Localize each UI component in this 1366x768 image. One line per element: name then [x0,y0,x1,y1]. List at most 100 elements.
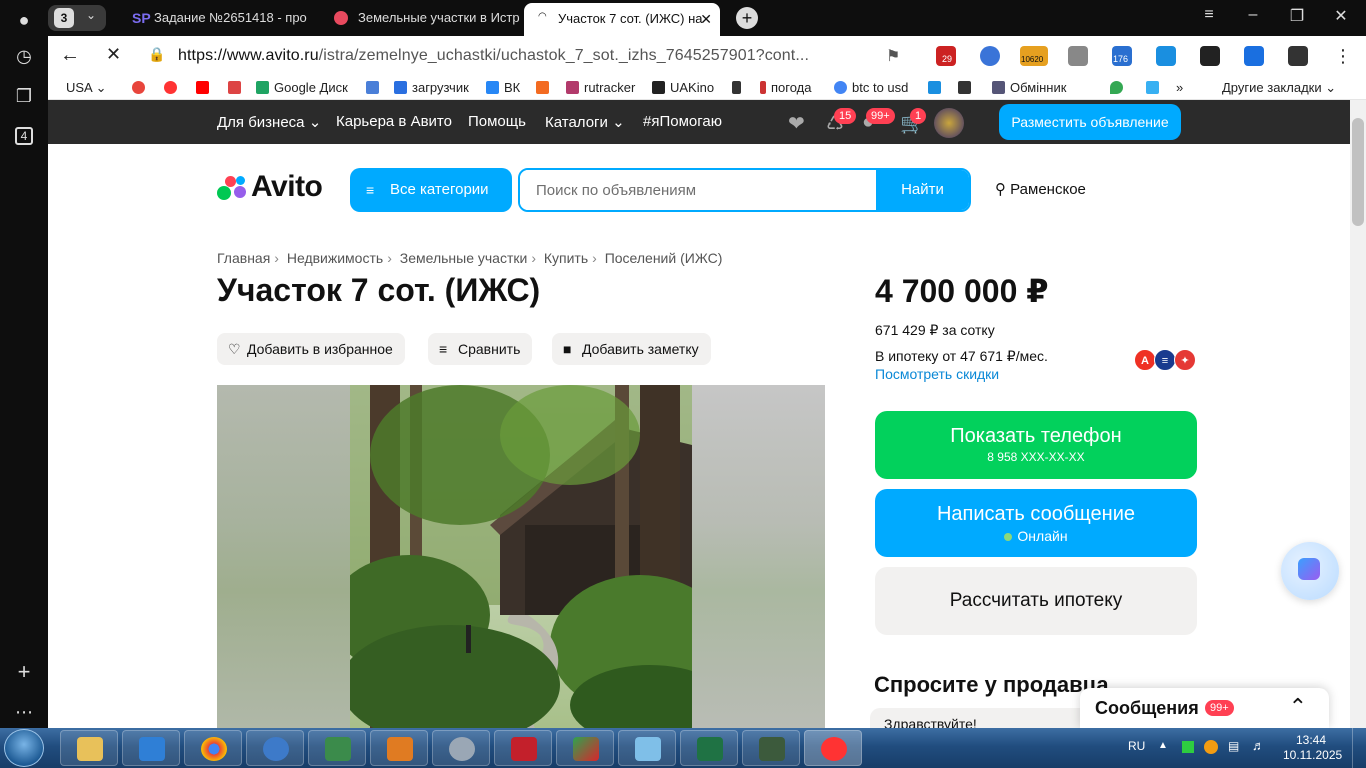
taskbar-excel[interactable] [680,730,738,766]
new-tab-button[interactable]: + [736,7,758,29]
extension-icon[interactable]: 176 [1112,46,1132,66]
bookmark-translate-icon[interactable] [366,80,384,95]
add-note-button[interactable]: ■ Добавить заметку [552,333,711,365]
bookmark-pogoda[interactable]: погода [760,80,812,95]
bookmark-bc-icon[interactable] [958,80,976,95]
scrollbar-thumb[interactable] [1352,118,1364,226]
profile-icon[interactable]: ● [12,8,36,32]
avatar[interactable] [934,108,964,138]
extension-icon[interactable] [980,46,1000,66]
bookmark-uakino[interactable]: UAKino [652,80,714,95]
add-to-favorites-button[interactable]: ♡ Добавить в избранное [217,333,405,365]
start-button[interactable] [4,729,44,767]
nav-business[interactable]: Для бизнеса ⌄ [217,113,321,131]
bookmark-obminnik[interactable]: Обмінник [992,80,1066,95]
sidebar-badge[interactable]: 4 [15,127,33,145]
bookmark-chess-icon[interactable] [732,80,746,95]
tab-2[interactable]: Земельные участки в Истр [324,4,520,32]
system-clock[interactable]: 13:44 10.11.2025 [1283,733,1342,763]
taskbar-app[interactable] [308,730,366,766]
search-button[interactable]: Найти [876,170,969,210]
taskbar-monitor[interactable] [742,730,800,766]
bookmark-btc[interactable]: btc to usd [834,80,908,95]
bookmark-f-icon[interactable] [536,80,554,95]
compare-button[interactable]: ≡ Сравнить [428,333,533,365]
bookmark-google-drive[interactable]: Google Диск [256,80,348,95]
breadcrumb-item[interactable]: Купить [544,250,588,266]
view-discounts-link[interactable]: Посмотреть скидки [875,366,999,382]
volume-icon[interactable]: ♬ [1252,738,1265,753]
write-message-button[interactable]: Написать сообщение Онлайн [875,489,1197,557]
breadcrumb-item[interactable]: Земельные участки [400,250,528,266]
nav-help[interactable]: Помощь [468,113,526,130]
extension-icon[interactable] [1068,46,1088,66]
taskbar-media[interactable] [370,730,428,766]
collections-icon[interactable]: ❐ [12,84,36,108]
network-icon[interactable]: ▤ [1228,739,1239,753]
taskbar-app[interactable] [556,730,614,766]
add-icon[interactable]: + [12,660,36,684]
minimize-icon[interactable]: – [1238,6,1268,24]
tray-app-icon[interactable] [1204,740,1218,754]
extension-icon[interactable]: 29 [936,46,956,66]
extension-icon[interactable] [1288,46,1308,66]
listing-photo[interactable] [350,385,692,728]
tray-status-icon[interactable] [1182,741,1194,753]
download-icon[interactable] [1244,46,1264,66]
nav-ya-pomogayu[interactable]: #яПомогаю [643,113,722,130]
bookmark-usa[interactable]: USA ⌄ [66,80,107,96]
messages-widget[interactable]: Сообщения 99+ ⌃ [1080,688,1329,728]
taskbar-antivirus[interactable] [122,730,180,766]
show-desktop-button[interactable] [1352,728,1366,768]
taskbar-explorer[interactable] [60,730,118,766]
breadcrumb-item[interactable]: Главная [217,250,270,266]
show-phone-button[interactable]: Показать телефон 8 958 XXX-XX-XX [875,411,1197,479]
restore-icon[interactable]: ❐ [1282,6,1312,26]
taskbar-notes[interactable] [618,730,676,766]
stop-icon[interactable]: ✕ [106,44,121,65]
close-tab-icon[interactable]: ✕ [700,3,712,35]
taskbar-clock[interactable] [432,730,490,766]
tray-expand-icon[interactable]: ▲ [1158,740,1168,751]
nav-catalogs[interactable]: Каталоги ⌄ [545,113,625,131]
assistant-button[interactable] [1281,542,1339,600]
close-window-icon[interactable]: ✕ [1326,6,1356,26]
bookmark-zagruzchik[interactable]: загрузчик [394,80,469,95]
quick-question-chip[interactable]: Здравствуйте! [870,708,1090,728]
taskbar-chrome[interactable] [184,730,242,766]
bookmark-yandex-icon[interactable] [164,80,182,95]
tab-active[interactable]: ◠ Участок 7 сот. (ИЖС) на ✕ [524,3,720,36]
bookmark-maps-icon[interactable] [1110,80,1128,95]
all-categories-button[interactable]: ≡ Все категории [350,168,512,212]
menu-dots-icon[interactable]: ⋮ [1334,46,1352,67]
nav-career[interactable]: Карьера в Авито [336,113,452,130]
bookmark-icon[interactable]: ⚑ [886,46,900,66]
bookmark-youtube-icon[interactable] [196,80,214,95]
extension-icon[interactable] [1156,46,1176,66]
favorites-heart-icon[interactable]: ❤ [788,111,805,136]
more-bookmarks-icon[interactable]: » [1176,80,1183,95]
taskbar-globe[interactable] [246,730,304,766]
calculate-mortgage-button[interactable]: Рассчитать ипотеку [875,567,1197,635]
post-ad-button[interactable]: Разместить объявление [999,104,1181,140]
tab-1[interactable]: SP Задание №2651418 - про [120,4,316,32]
chevron-up-icon[interactable]: ⌃ [1289,694,1307,720]
bookmark-gmail-icon[interactable] [228,80,246,95]
language-indicator[interactable]: RU [1128,739,1145,753]
bookmark-vk[interactable]: ВК [486,80,520,95]
taskbar-yandex-browser[interactable] [804,730,862,766]
photo-gallery[interactable] [217,385,825,728]
other-bookmarks[interactable]: Другие закладки ⌄ [1222,80,1336,96]
extension-icon[interactable]: 10620 [1020,46,1048,66]
tab-group-button[interactable]: 3 ⌄ [48,5,106,31]
breadcrumb-item[interactable]: Поселений (ИЖС) [605,250,723,266]
back-icon[interactable]: ← [60,44,80,67]
bookmark-rutracker[interactable]: rutracker [566,80,635,95]
more-icon[interactable]: ⋯ [12,700,36,724]
breadcrumb-item[interactable]: Недвижимость [287,250,383,266]
address-bar[interactable]: 🔒 https://www.avito.ru/istra/zemelnye_uc… [140,42,940,70]
bookmark-walmart-icon[interactable] [1146,80,1164,95]
extension-icon[interactable] [1200,46,1220,66]
history-icon[interactable]: ◷ [12,44,36,68]
bookmark-p-icon[interactable] [928,80,946,95]
